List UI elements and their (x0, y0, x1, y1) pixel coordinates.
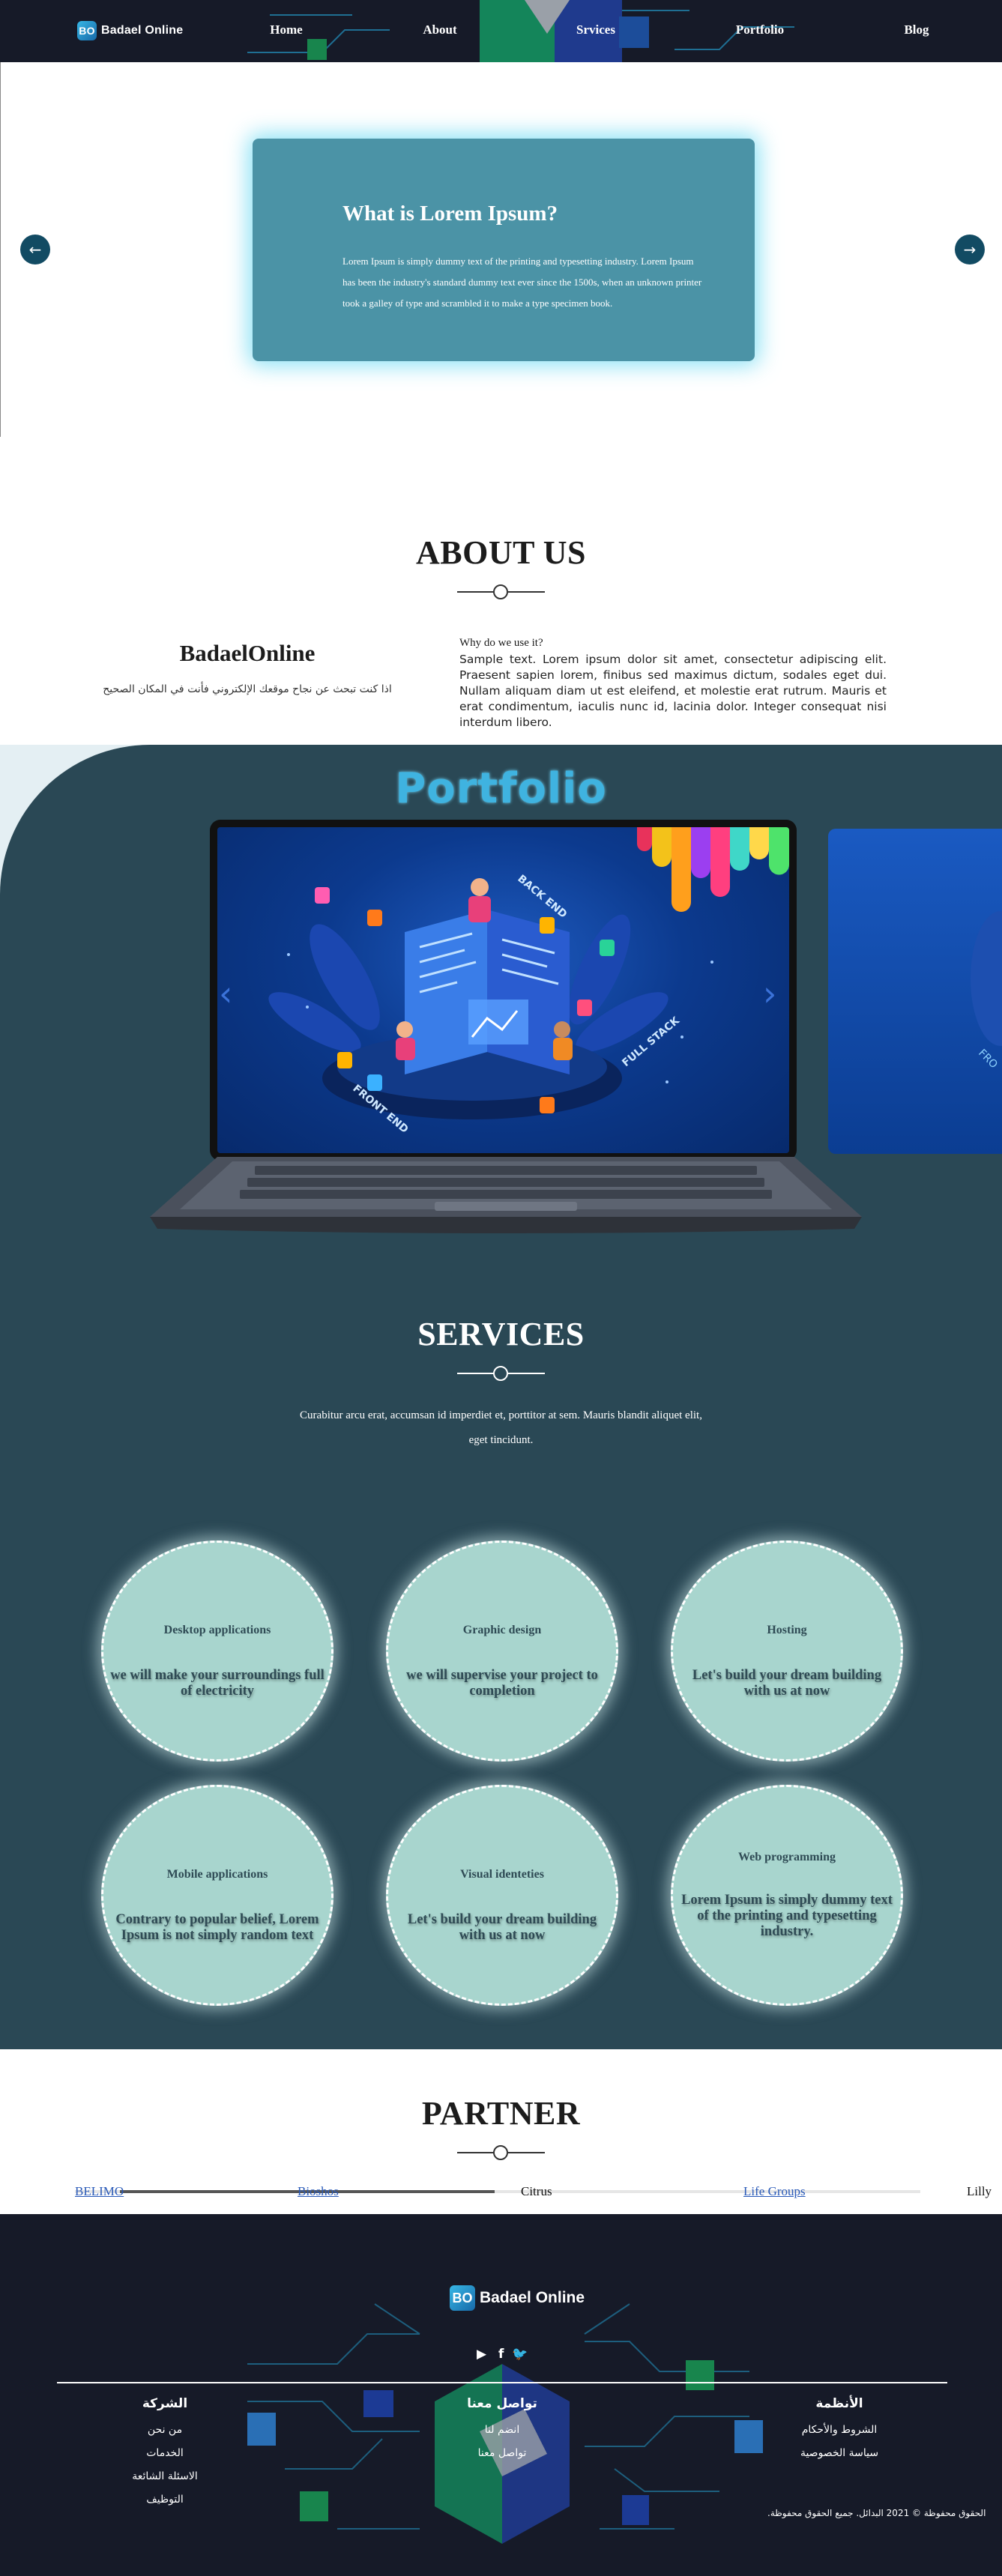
developer-illustration: BACK END FRONT END FULL STACK (268, 827, 789, 1136)
arrow-right-icon: → (963, 241, 977, 258)
service-text: we will supervise your project to comple… (406, 1668, 598, 1699)
hero-slider: ← What is Lorem Ipsum? Lorem Ipsum is si… (0, 62, 1002, 437)
slide-title: What is Lorem Ipsum? (342, 202, 558, 226)
slide-card: What is Lorem Ipsum? Lorem Ipsum is simp… (253, 139, 755, 361)
service-text: Let's build your dream building with us … (692, 1668, 882, 1699)
service-text: Lorem Ipsum is simply dummy text of the … (681, 1893, 893, 1939)
services-section: SERVICES Curabitur arcu erat, accumsan i… (0, 1300, 1002, 2049)
partner-life-groups[interactable]: Life Groups (743, 2184, 806, 2199)
logo-text: Badael Online (101, 24, 184, 37)
partner-section: PARTNER BELIMO Bioshos Citrus Life Group… (0, 2049, 1002, 2214)
service-title: Web programming (738, 1851, 836, 1863)
footer-column-company: الشركة من نحن الخدمات الاسئلة الشائعة ال… (112, 2396, 217, 2512)
footer-link-faq[interactable]: الاسئلة الشائعة (112, 2465, 217, 2488)
twitter-icon[interactable]: 🐦 (512, 2347, 528, 2362)
about-question: Why do we use it? (459, 637, 543, 649)
service-card-visual-identity[interactable]: Visual identeties Let's build your dream… (386, 1785, 618, 2006)
nav-blog[interactable]: Blog (904, 22, 929, 37)
footer-link-contact[interactable]: تواصل معنا (450, 2442, 555, 2465)
laptop-mockup: BACK END FRONT END FULL STACK (150, 820, 862, 1239)
navbar: BO Badael Online Home About Srvices Port… (0, 0, 1002, 62)
service-card-hosting[interactable]: Hosting Let's build your dream building … (671, 1541, 903, 1762)
youtube-icon[interactable]: ▶ (477, 2347, 486, 2362)
about-tagline: اذا كنت تبحث عن نجاح موقعك الإلكتروني فأ… (103, 683, 392, 695)
footer-divider (57, 2382, 947, 2383)
partner-citrus[interactable]: Citrus (521, 2184, 552, 2199)
brand-logo[interactable]: BO Badael Online (77, 21, 183, 40)
section-divider (457, 584, 545, 599)
portfolio-next-button[interactable]: › (763, 973, 776, 1014)
service-text: Let's build your dream building with us … (407, 1912, 597, 1943)
nav-services[interactable]: Srvices (576, 22, 615, 37)
services-title: SERVICES (417, 1316, 585, 1352)
logo-mark-icon: BO (450, 2285, 475, 2311)
footer-column-contact: تواصل معنا انضم لنا تواصل معنا (450, 2396, 555, 2465)
logo-mark-icon: BO (77, 21, 97, 40)
footer-link-privacy[interactable]: سياسة الخصوصية (787, 2442, 892, 2465)
footer-link-terms[interactable]: الشروط والأحكام (787, 2419, 892, 2442)
portfolio-prev-button[interactable]: ‹ (219, 973, 232, 1014)
service-text: Contrary to popular belief, Lorem Ipsum … (115, 1912, 319, 1943)
nav-portfolio[interactable]: Portfolio (736, 22, 784, 37)
portfolio-title: Portfolio (395, 764, 607, 813)
logo-text: Badael Online (480, 2289, 585, 2306)
footer-brand-logo[interactable]: BO Badael Online (450, 2285, 585, 2311)
copyright-text: الحقوق محفوظة © 2021 البدائل. جميع الحقو… (767, 2508, 986, 2518)
footer-column-title: الشركة (142, 2396, 188, 2411)
back-end-label: BACK END (515, 873, 569, 921)
about-body-text: Sample text. Lorem ipsum dolor sit amet,… (459, 653, 887, 729)
service-card-desktop[interactable]: Desktop applications we will make your s… (101, 1541, 334, 1762)
laptop-screen: BACK END FRONT END FULL STACK (210, 820, 797, 1161)
section-divider (457, 1366, 545, 1381)
service-text: we will make your surroundings full of e… (110, 1668, 325, 1699)
slide-text: Lorem Ipsum is simply dummy text of the … (342, 256, 702, 309)
laptop-keyboard (150, 1157, 862, 1233)
service-card-mobile[interactable]: Mobile applications Contrary to popular … (101, 1785, 334, 2006)
nav-about[interactable]: About (423, 22, 456, 37)
slider-prev-button[interactable]: ← (20, 235, 50, 264)
facebook-icon[interactable]: f (498, 2347, 504, 2362)
footer-link-services[interactable]: الخدمات (112, 2442, 217, 2465)
about-brand-name: BadaelOnline (179, 640, 316, 666)
portfolio-section: Portfolio FRO BACK END FRONT END FULL ST… (0, 745, 1002, 1300)
service-card-web-programming[interactable]: Web programming Lorem Ipsum is simply du… (671, 1785, 903, 2006)
footer-link-join[interactable]: انضم لنا (450, 2419, 555, 2442)
footer-link-careers[interactable]: التوظيف (112, 2488, 217, 2512)
section-divider (457, 2145, 545, 2160)
footer-column-title: تواصل معنا (467, 2396, 537, 2411)
footer-link-about[interactable]: من نحن (112, 2419, 217, 2442)
about-title: ABOUT US (416, 534, 586, 571)
footer: BO Badael Online ▶ f 🐦 الشركة من نحن الخ… (0, 2214, 1002, 2576)
partner-bioshos[interactable]: Bioshos (298, 2184, 339, 2199)
services-description: Curabitur arcu erat, accumsan id imperdi… (300, 1409, 702, 1446)
footer-column-policies: الأنظمة الشروط والأحكام سياسة الخصوصية (787, 2396, 892, 2465)
partner-lilly[interactable]: Lilly (967, 2184, 992, 2199)
circuit-decoration (247, 2303, 763, 2544)
service-card-graphic-design[interactable]: Graphic design we will supervise your pr… (386, 1541, 618, 1762)
service-title: Visual identeties (460, 1868, 544, 1881)
service-title: Hosting (767, 1624, 807, 1636)
service-title: Graphic design (462, 1624, 542, 1636)
nav-home[interactable]: Home (270, 22, 302, 37)
svg-text:FRO: FRO (976, 1047, 1000, 1071)
slider-next-button[interactable]: → (955, 235, 985, 264)
service-title: Desktop applications (163, 1624, 271, 1636)
arrow-left-icon: ← (28, 241, 42, 258)
partner-belimo[interactable]: BELIMO (75, 2184, 124, 2199)
service-title: Mobile applications (166, 1868, 268, 1881)
partner-title: PARTNER (421, 2095, 581, 2132)
footer-column-title: الأنظمة (815, 2396, 863, 2411)
